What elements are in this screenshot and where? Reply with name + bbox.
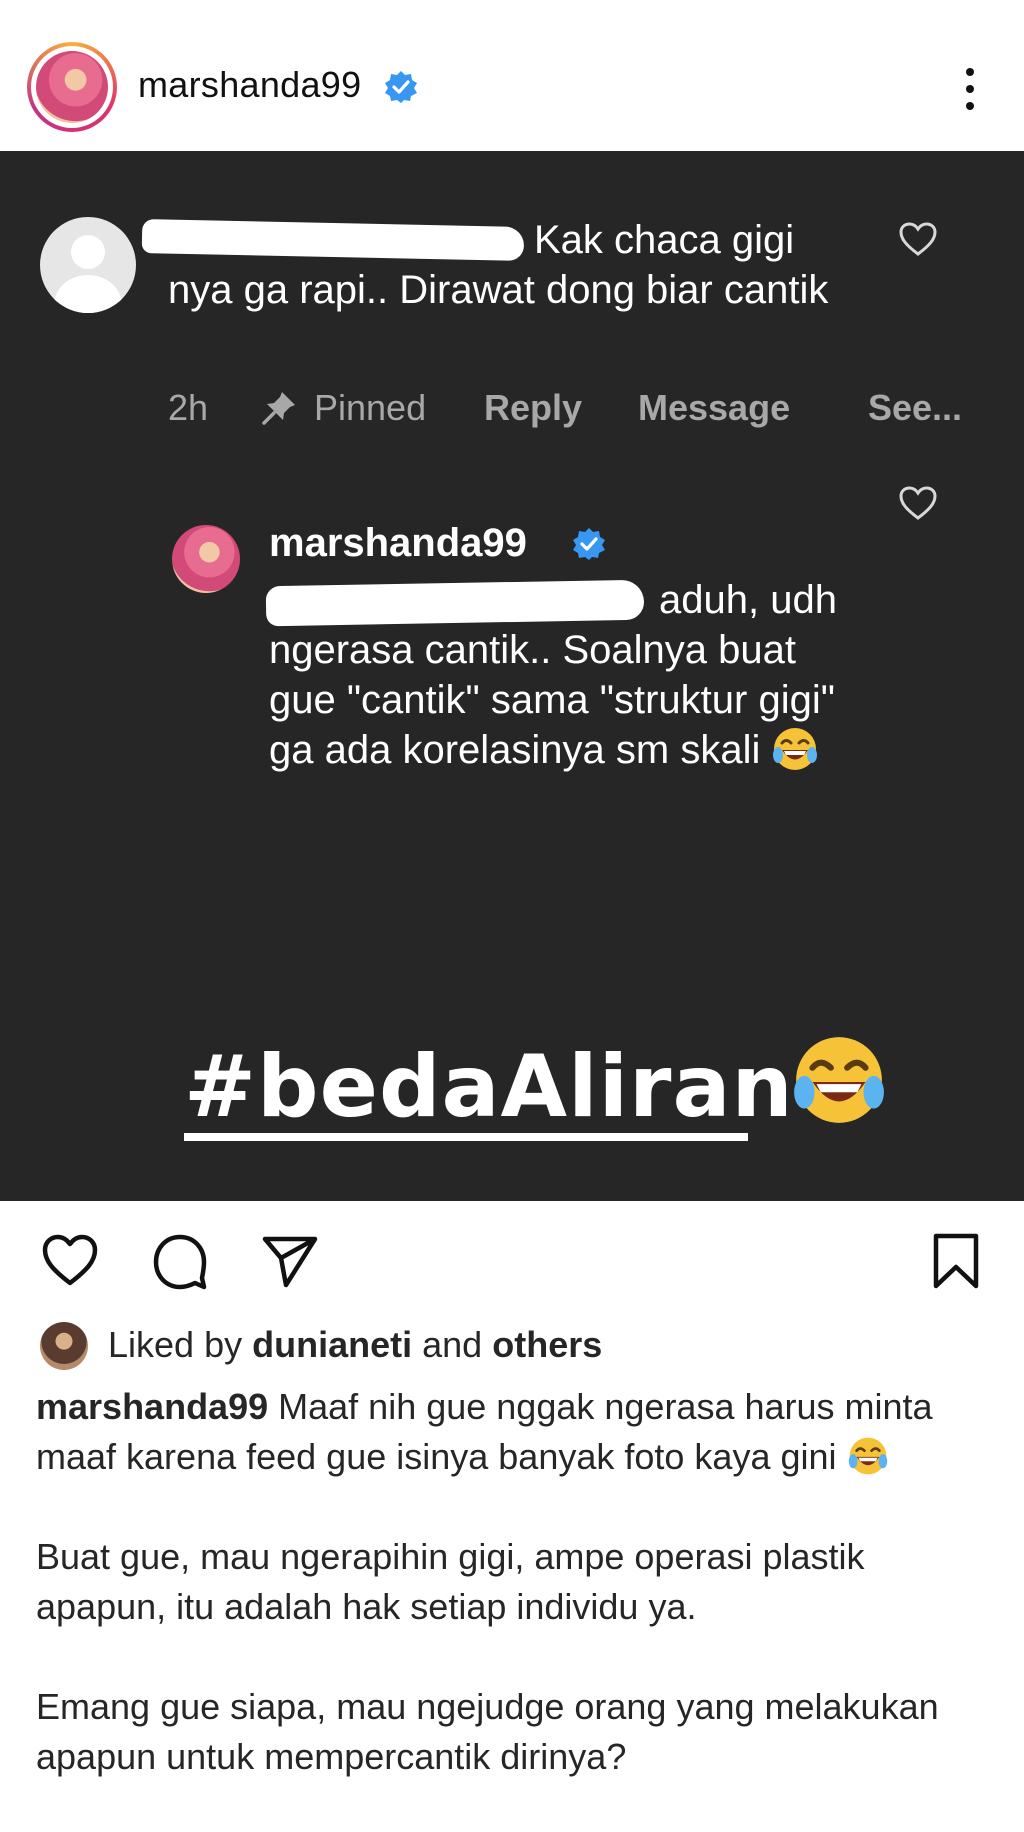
comment-time: 2h	[168, 387, 209, 428]
reply-link: Reply	[484, 387, 583, 428]
more-options-icon[interactable]	[955, 66, 985, 112]
likes-others[interactable]: others	[492, 1324, 602, 1365]
verified-icon	[385, 71, 417, 103]
header-username[interactable]: marshanda99	[138, 64, 361, 106]
see-more-link: See...	[868, 387, 963, 428]
post-caption: marshanda99 Maaf nih gue nggak ngerasa h…	[36, 1382, 996, 1832]
likes-prefix: Liked by	[108, 1324, 243, 1365]
laughing-emoji-icon	[794, 1037, 884, 1123]
caption-p2: Buat gue, mau ngerapihin gigi, ampe oper…	[36, 1536, 865, 1627]
likes-summary[interactable]: Liked by dunianeti and others	[108, 1324, 602, 1366]
post-image[interactable]: Kak chaca gigi nya ga rapi.. Dirawat don…	[0, 151, 1024, 1201]
reply-text-content: aduh, udh ngerasa cantik.. Soalnya buat …	[269, 578, 837, 772]
post-action-bar	[0, 1201, 1024, 1311]
caption-username[interactable]: marshanda99	[36, 1386, 268, 1427]
reply-username: marshanda99	[269, 521, 527, 565]
avatar-placeholder-body	[54, 275, 122, 313]
avatar-placeholder-head	[71, 235, 105, 269]
post-header: marshanda99	[0, 0, 1024, 151]
pinned-label: Pinned	[314, 387, 427, 428]
commenter-avatar	[40, 217, 136, 313]
hashtag-text: #bedaAliran	[184, 1037, 794, 1137]
pin-icon	[262, 392, 295, 425]
like-heart-icon[interactable]	[40, 1231, 100, 1291]
likes-and: and	[422, 1324, 483, 1365]
reply-text: aduh, udh ngerasa cantik.. Soalnya buat …	[269, 575, 859, 775]
share-icon[interactable]	[260, 1231, 320, 1291]
comment-icon[interactable]	[150, 1231, 210, 1291]
avatar-image	[36, 51, 108, 123]
profile-avatar[interactable]	[27, 42, 117, 132]
caption-paragraph-1: marshanda99 Maaf nih gue nggak ngerasa h…	[36, 1382, 996, 1482]
likes-user[interactable]: dunianeti	[252, 1324, 412, 1365]
laughing-emoji-icon	[773, 728, 818, 770]
caption-p3: Emang gue siapa, mau ngejudge orang yang…	[36, 1686, 939, 1777]
hashtag-underline	[184, 1133, 748, 1141]
avatar-border	[31, 46, 113, 128]
heart-icon	[899, 222, 937, 256]
comment-text: Kak chaca gigi nya ga rapi.. Dirawat don…	[168, 218, 829, 312]
liker-avatar[interactable]	[40, 1322, 88, 1370]
reply-avatar	[172, 525, 240, 593]
heart-icon	[899, 486, 937, 520]
bookmark-icon[interactable]	[926, 1231, 986, 1291]
laughing-emoji-icon	[848, 1437, 887, 1475]
message-link: Message	[638, 387, 791, 428]
verified-icon	[573, 528, 605, 560]
